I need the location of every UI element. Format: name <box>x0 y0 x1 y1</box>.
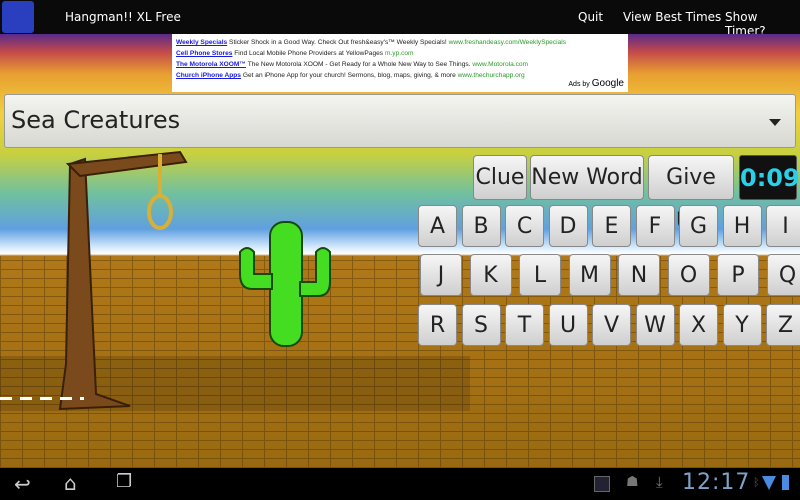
clock[interactable]: 12:17 <box>682 470 750 495</box>
screenshot-notification-icon[interactable] <box>594 476 610 492</box>
key-o[interactable]: O <box>667 254 710 296</box>
wifi-icon <box>762 476 776 490</box>
recent-apps-icon[interactable]: ❐ <box>116 471 132 492</box>
app-icon <box>2 1 34 33</box>
key-r[interactable]: R <box>418 304 457 346</box>
category-dropdown[interactable]: Sea Creatures <box>4 94 796 148</box>
key-n[interactable]: N <box>618 254 660 296</box>
key-u[interactable]: U <box>548 304 588 346</box>
quit-menu[interactable]: Quit <box>578 10 603 24</box>
home-icon[interactable]: ⌂ <box>64 471 77 495</box>
key-b[interactable]: B <box>461 205 501 247</box>
system-bar: ↩ ⌂ ❐ ☗ ⤓ 12:17 ᛒ <box>0 468 800 500</box>
key-z[interactable]: Z <box>766 304 800 346</box>
ad-text: The New Motorola XOOM - Get Ready for a … <box>247 61 471 68</box>
key-l[interactable]: L <box>519 254 561 296</box>
key-k[interactable]: K <box>469 254 512 296</box>
key-f[interactable]: F <box>635 205 675 247</box>
key-y[interactable]: Y <box>722 304 762 346</box>
key-a[interactable]: A <box>418 205 457 247</box>
ad-item[interactable]: Church iPhone Apps Get an iPhone App for… <box>176 70 624 81</box>
cactus <box>239 221 331 347</box>
key-j[interactable]: J <box>420 254 462 296</box>
ad-text: Get an iPhone App for your church! Sermo… <box>242 72 456 79</box>
app-title: Hangman!! XL Free <box>65 10 181 24</box>
clue-button[interactable]: Clue <box>473 155 527 200</box>
word-blanks <box>0 397 84 400</box>
key-i[interactable]: I <box>766 205 800 247</box>
key-g[interactable]: G <box>679 205 718 247</box>
back-icon[interactable]: ↩ <box>14 472 31 496</box>
key-s[interactable]: S <box>461 304 501 346</box>
action-bar: Hangman!! XL Free Quit View Best Times S… <box>0 0 800 38</box>
ad-url[interactable]: www.thechurchapp.org <box>458 72 525 79</box>
ad-link[interactable]: The Motorola XOOM™ <box>176 61 246 68</box>
new-word-button[interactable]: New Word <box>530 155 644 200</box>
timer: 0:09 <box>739 155 800 200</box>
ad-item[interactable]: The Motorola XOOM™ The New Motorola XOOM… <box>176 59 624 70</box>
dropdown-arrow-icon <box>769 119 781 126</box>
key-m[interactable]: M <box>568 254 611 296</box>
key-x[interactable]: X <box>679 304 718 346</box>
ads-by-google[interactable]: Ads by Google <box>568 78 624 90</box>
android-debug-icon[interactable]: ☗ <box>626 474 639 490</box>
ad-link[interactable]: Weekly Specials <box>176 39 227 46</box>
key-v[interactable]: V <box>592 304 631 346</box>
gallows <box>58 150 188 411</box>
key-t[interactable]: T <box>505 304 544 346</box>
key-e[interactable]: E <box>592 205 631 247</box>
ad-banner[interactable]: Weekly Specials Sticker Shock in a Good … <box>172 34 628 92</box>
key-h[interactable]: H <box>722 205 762 247</box>
battery-icon <box>782 475 789 490</box>
category-selected: Sea Creatures <box>11 106 181 134</box>
ad-text: Sticker Shock in a Good Way. Check Out f… <box>229 39 447 46</box>
key-q[interactable]: Q <box>766 254 800 296</box>
ad-item[interactable]: Weekly Specials Sticker Shock in a Good … <box>176 37 624 48</box>
key-d[interactable]: D <box>548 205 588 247</box>
ad-url[interactable]: www.Motorola.com <box>472 61 528 68</box>
google-label: Google <box>591 78 624 89</box>
give-up-button[interactable]: Give Up <box>648 155 734 234</box>
key-w[interactable]: W <box>635 304 675 346</box>
ads-by-label: Ads by <box>568 81 590 88</box>
key-c[interactable]: C <box>505 205 544 247</box>
ad-text: Find Local Mobile Phone Providers at Yel… <box>234 50 384 57</box>
ad-url[interactable]: m.yp.com <box>385 50 414 57</box>
download-icon[interactable]: ⤓ <box>656 473 663 491</box>
key-p[interactable]: P <box>717 254 759 296</box>
ad-link[interactable]: Church iPhone Apps <box>176 72 241 79</box>
bluetooth-icon: ᛒ <box>753 476 760 489</box>
ad-link[interactable]: Cell Phone Stores <box>176 50 232 57</box>
view-best-times-menu[interactable]: View Best Times <box>623 10 721 24</box>
ad-url[interactable]: www.freshandeasy.com/WeeklySpecials <box>449 39 566 46</box>
ad-item[interactable]: Cell Phone Stores Find Local Mobile Phon… <box>176 48 624 59</box>
